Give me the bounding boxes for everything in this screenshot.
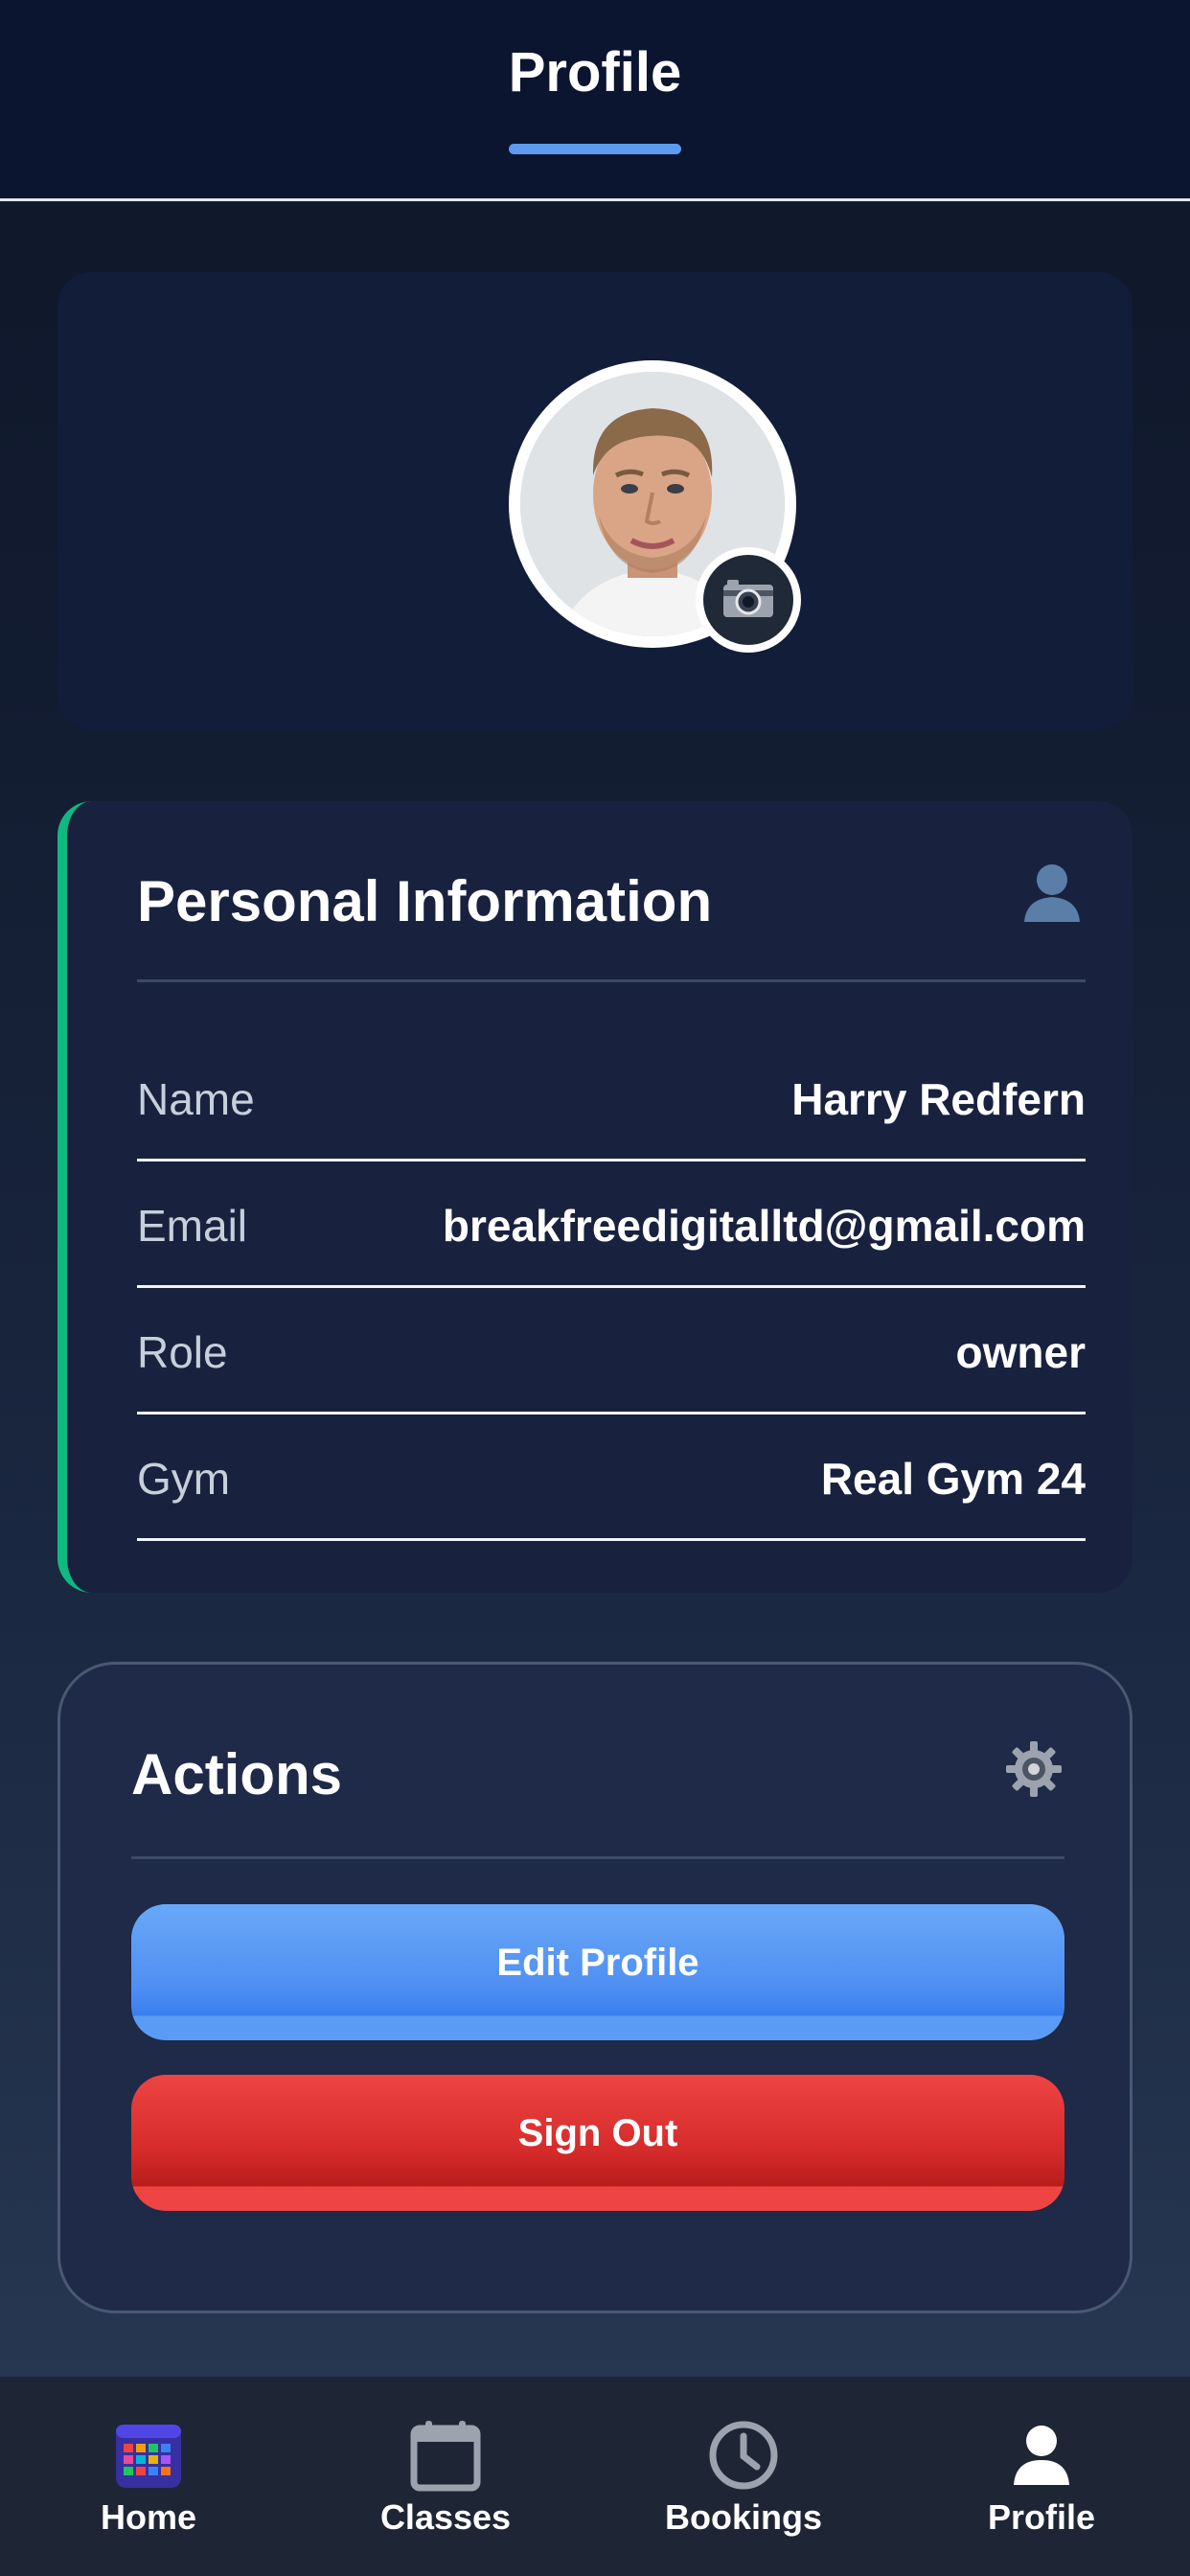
camera-icon — [721, 577, 775, 624]
nav-label: Profile — [987, 2497, 1096, 2537]
edit-profile-label: Edit Profile — [496, 1941, 699, 1984]
section-divider — [137, 979, 1086, 982]
calendar-icon — [410, 2419, 481, 2496]
nav-item-home[interactable]: Home — [53, 2377, 244, 2576]
nav-label: Home — [100, 2497, 197, 2537]
sign-out-label: Sign Out — [517, 2111, 678, 2154]
bottom-nav: Home Classes Bookings Profile — [0, 2377, 1190, 2576]
nav-label: Classes — [379, 2497, 512, 2537]
info-label: Role — [137, 1327, 228, 1377]
info-row-role: Role owner — [137, 1288, 1086, 1414]
info-row-email: Email breakfreedigitalltd@gmail.com — [137, 1162, 1086, 1288]
actions-card: Actions Edit Profile Sign Out — [57, 1662, 1133, 2313]
app-header: Profile — [0, 0, 1190, 201]
title-underline — [509, 144, 681, 154]
info-value: owner — [955, 1327, 1086, 1377]
nav-item-classes[interactable]: Classes — [350, 2377, 541, 2576]
person-icon — [1010, 2424, 1073, 2492]
info-row-name: Name Harry Redfern — [137, 1035, 1086, 1162]
info-label: Gym — [137, 1454, 231, 1504]
info-label: Name — [137, 1074, 255, 1124]
info-value: Real Gym 24 — [820, 1454, 1086, 1504]
info-value: breakfreedigitalltd@gmail.com — [442, 1201, 1086, 1251]
page-title: Profile — [508, 41, 682, 104]
person-icon — [1020, 861, 1084, 929]
personal-information-card: Personal Information Name Harry Redfern … — [57, 801, 1133, 1593]
change-photo-button[interactable] — [696, 547, 801, 653]
gear-icon — [1004, 1739, 1064, 1804]
nav-item-profile[interactable]: Profile — [946, 2377, 1137, 2576]
nav-label: Bookings — [664, 2497, 822, 2537]
info-value: Harry Redfern — [791, 1074, 1086, 1124]
actions-title: Actions — [131, 1742, 343, 1806]
avatar-card — [57, 272, 1133, 730]
avatar[interactable] — [509, 360, 801, 653]
sign-out-button[interactable]: Sign Out — [131, 2075, 1064, 2211]
info-label: Email — [137, 1201, 248, 1251]
edit-profile-button[interactable]: Edit Profile — [131, 1904, 1064, 2040]
clock-icon — [708, 2420, 779, 2496]
nav-item-bookings[interactable]: Bookings — [648, 2377, 839, 2576]
personal-information-title: Personal Information — [137, 869, 713, 933]
info-row-gym: Gym Real Gym 24 — [137, 1414, 1086, 1541]
section-divider — [131, 1856, 1064, 1859]
calendar-grid-icon — [114, 2421, 183, 2495]
